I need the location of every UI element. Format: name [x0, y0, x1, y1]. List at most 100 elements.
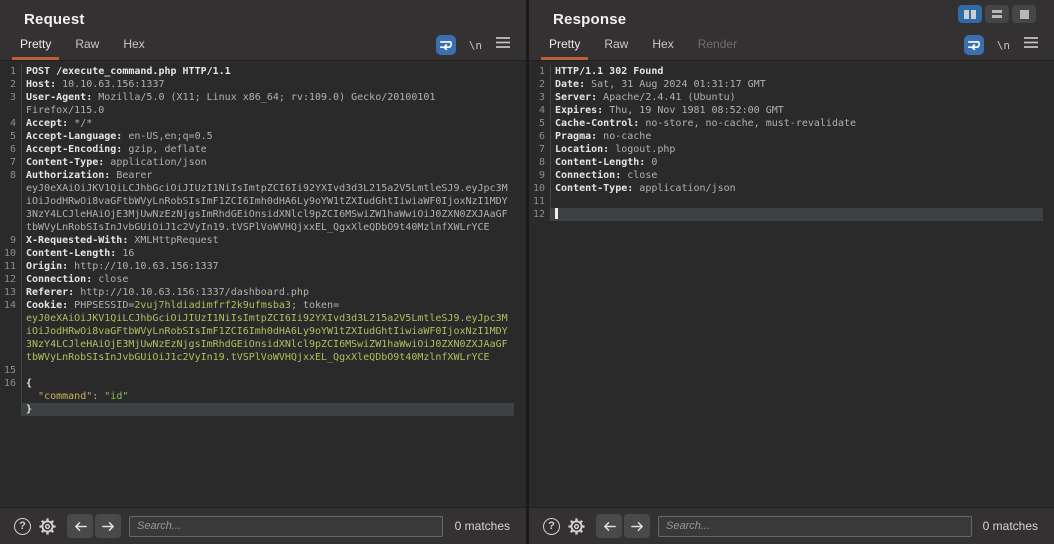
response-tab-row: Pretty Raw Hex Render \n [529, 34, 1054, 60]
soft-wrap-toggle-icon[interactable] [436, 35, 456, 55]
code-line: 16{ [0, 377, 526, 390]
code-line: 3Server: Apache/2.4.41 (Ubuntu) [529, 91, 1054, 104]
response-search-input[interactable] [658, 516, 972, 537]
code-line: 11Origin: http://10.10.63.156:1337 [0, 260, 526, 273]
code-line: 10Content-Length: 16 [0, 247, 526, 260]
code-line: 12 [529, 208, 1054, 221]
code-line: iOiJodHRwOi8vaGFtbWVyLnRobSIsImF1ZCI6Imh… [0, 325, 526, 338]
search-nav-buttons [67, 514, 121, 538]
message-editor-window: Request PrettyRawHex \n [0, 0, 1054, 544]
tab-hex[interactable]: Hex [644, 33, 681, 60]
search-nav-buttons [596, 514, 650, 538]
request-match-count: 0 matches [455, 519, 510, 533]
response-footer: ? 0 matches [529, 507, 1054, 544]
code-line: tbWVyLnRobSIsInJvbGUiOiJ1c2VyIn19.tVSPlV… [0, 221, 526, 234]
code-line: 11 [529, 195, 1054, 208]
hamburger-menu-icon[interactable] [1023, 36, 1039, 54]
line-number: 16 [0, 377, 22, 390]
code-line: 7Content-Type: application/json [0, 156, 526, 169]
line-number: 11 [0, 260, 22, 273]
tab-hex[interactable]: Hex [115, 33, 152, 60]
line-number: 7 [529, 143, 551, 156]
request-search-input[interactable] [129, 516, 443, 537]
code-line: 6Pragma: no-cache [529, 130, 1054, 143]
line-number: 14 [0, 299, 22, 312]
line-number: 12 [529, 208, 551, 221]
code-line: 3NzY4LCJleHAiOjE3MjUwNzEzNjgsImRhdGEiOns… [0, 338, 526, 351]
line-number [0, 208, 22, 221]
line-number: 1 [529, 65, 551, 78]
line-number: 7 [0, 156, 22, 169]
previous-match-button[interactable] [67, 514, 93, 538]
code-line: 1POST /execute_command.php HTTP/1.1 [0, 65, 526, 78]
layout-stacked-button[interactable] [985, 5, 1009, 23]
line-number [0, 221, 22, 234]
code-line: 9Connection: close [529, 169, 1054, 182]
line-number: 6 [0, 143, 22, 156]
next-match-button[interactable] [624, 514, 650, 538]
code-line: } [0, 403, 526, 416]
line-number [0, 182, 22, 195]
code-line: 2Date: Sat, 31 Aug 2024 01:31:17 GMT [529, 78, 1054, 91]
newline-toggle-icon[interactable]: \n [997, 39, 1010, 52]
code-line: 5Accept-Language: en-US,en;q=0.5 [0, 130, 526, 143]
response-pane: Response PrettyRawHexRender \n [529, 0, 1054, 544]
code-line: 6Accept-Encoding: gzip, deflate [0, 143, 526, 156]
code-line: 1HTTP/1.1 302 Found [529, 65, 1054, 78]
code-line: 14Cookie: PHPSESSID=2vuj7hldiadimfrf2k9u… [0, 299, 526, 312]
line-number [0, 403, 22, 416]
help-icon[interactable]: ? [14, 518, 31, 535]
line-number: 8 [529, 156, 551, 169]
tab-pretty[interactable]: Pretty [12, 33, 59, 60]
line-number: 13 [0, 286, 22, 299]
code-line: Firefox/115.0 [0, 104, 526, 117]
line-number [0, 195, 22, 208]
line-number [0, 338, 22, 351]
line-number: 10 [529, 182, 551, 195]
response-editor[interactable]: 1HTTP/1.1 302 Found2Date: Sat, 31 Aug 20… [529, 61, 1054, 507]
code-line: 13Referer: http://10.10.63.156:1337/dash… [0, 286, 526, 299]
tab-raw[interactable]: Raw [67, 33, 107, 60]
code-line: 8Content-Length: 0 [529, 156, 1054, 169]
line-number [0, 351, 22, 364]
code-line: eyJ0eXAiOiJKV1QiLCJhbGciOiJIUzI1NiIsImtp… [0, 312, 526, 325]
response-match-count: 0 matches [983, 519, 1038, 533]
text-caret [555, 208, 558, 219]
layout-single-button[interactable] [1012, 5, 1036, 23]
hamburger-menu-icon[interactable] [495, 36, 511, 54]
tab-render: Render [690, 33, 745, 60]
code-line: 10Content-Type: application/json [529, 182, 1054, 195]
response-tabrow-icons: \n [964, 35, 1054, 60]
settings-gear-icon[interactable] [38, 517, 57, 536]
settings-gear-icon[interactable] [567, 517, 586, 536]
response-tabs: Pretty Raw Hex Render [541, 34, 753, 60]
next-match-button[interactable] [95, 514, 121, 538]
line-number: 9 [529, 169, 551, 182]
line-number: 1 [0, 65, 22, 78]
previous-match-button[interactable] [596, 514, 622, 538]
line-number: 2 [0, 78, 22, 91]
soft-wrap-toggle-icon[interactable] [964, 35, 984, 55]
line-number: 10 [0, 247, 22, 260]
newline-toggle-icon[interactable]: \n [469, 39, 482, 52]
code-line: 2Host: 10.10.63.156:1337 [0, 78, 526, 91]
line-number: 4 [0, 117, 22, 130]
layout-buttons [958, 5, 1036, 23]
code-line: 12Connection: close [0, 273, 526, 286]
line-number: 6 [529, 130, 551, 143]
code-line: 8Authorization: Bearer [0, 169, 526, 182]
code-line: 3NzY4LCJleHAiOjE3MjUwNzEzNjgsImRhdGEiOns… [0, 208, 526, 221]
tab-pretty[interactable]: Pretty [541, 33, 588, 60]
request-pane: Request PrettyRawHex \n [0, 0, 526, 544]
code-line: 4Accept: */* [0, 117, 526, 130]
request-editor[interactable]: 1POST /execute_command.php HTTP/1.12Host… [0, 61, 526, 507]
line-number [0, 104, 22, 117]
code-line: "command": "id" [0, 390, 526, 403]
code-line: eyJ0eXAiOiJKV1QiLCJhbGciOiJIUzI1NiIsImtp… [0, 182, 526, 195]
code-line: 15 [0, 364, 526, 377]
tab-raw[interactable]: Raw [596, 33, 636, 60]
code-line: 5Cache-Control: no-store, no-cache, must… [529, 117, 1054, 130]
help-icon[interactable]: ? [543, 518, 560, 535]
layout-side-by-side-button[interactable] [958, 5, 982, 23]
response-header: Response PrettyRawHexRender \n [529, 0, 1054, 61]
